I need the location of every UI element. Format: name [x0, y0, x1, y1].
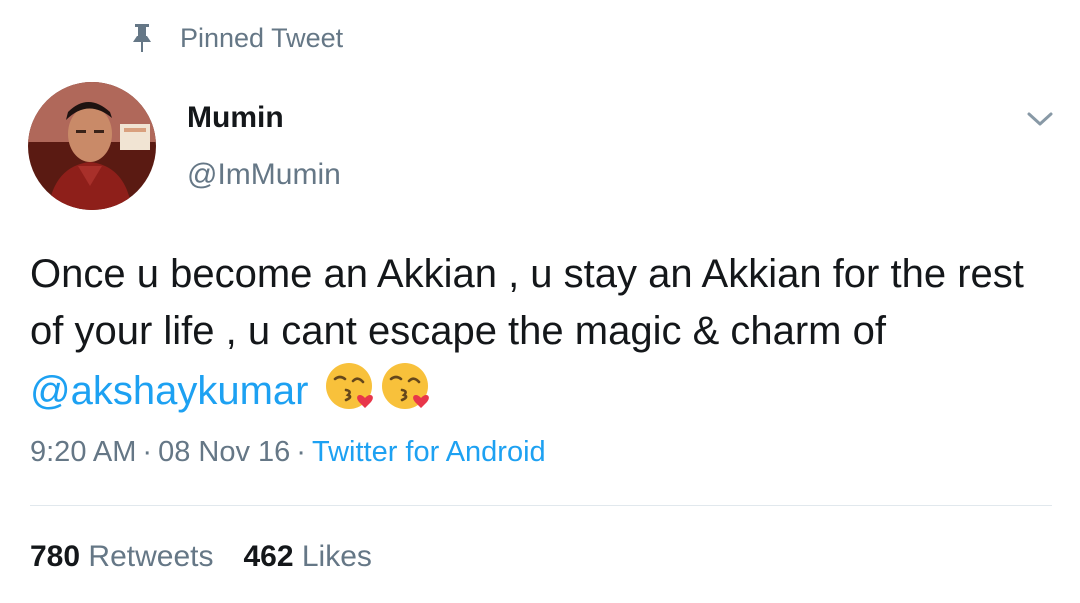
likes-stat[interactable]: 462 Likes — [243, 540, 371, 573]
tweet-date: 08 Nov 16 — [158, 436, 291, 468]
tweet-body: Once u become an Akkian , u stay an Akki… — [30, 252, 1024, 353]
divider — [30, 505, 1052, 506]
chevron-down-icon[interactable] — [1022, 104, 1058, 132]
tweet-stats: 780 Retweets 462 Likes — [30, 540, 372, 574]
tweet-meta: 9:20 AM · 08 Nov 16 · Twitter for Android — [30, 436, 546, 469]
tweet-time: 9:20 AM — [30, 436, 137, 468]
source-link[interactable]: Twitter for Android — [312, 436, 546, 468]
likes-label: Likes — [301, 540, 372, 573]
likes-count: 462 — [243, 540, 294, 573]
face-blowing-kiss-emoji-icon — [324, 360, 378, 414]
meta-separator: · — [296, 436, 306, 468]
pinned-label: Pinned Tweet — [180, 22, 344, 53]
avatar[interactable] — [28, 82, 156, 210]
pin-icon — [128, 21, 156, 55]
meta-separator: · — [142, 436, 153, 468]
user-handle[interactable]: @ImMumin — [187, 158, 341, 192]
tweet-text: Once u become an Akkian , u stay an Akki… — [30, 246, 1040, 420]
pinned-indicator: Pinned Tweet — [128, 20, 343, 56]
display-name[interactable]: Mumin — [187, 101, 284, 135]
mention-link[interactable]: @akshaykumar — [30, 369, 308, 413]
retweets-stat[interactable]: 780 Retweets — [30, 540, 213, 573]
retweets-count: 780 — [30, 540, 81, 573]
retweets-label: Retweets — [88, 540, 214, 573]
face-blowing-kiss-emoji-icon — [380, 360, 434, 414]
